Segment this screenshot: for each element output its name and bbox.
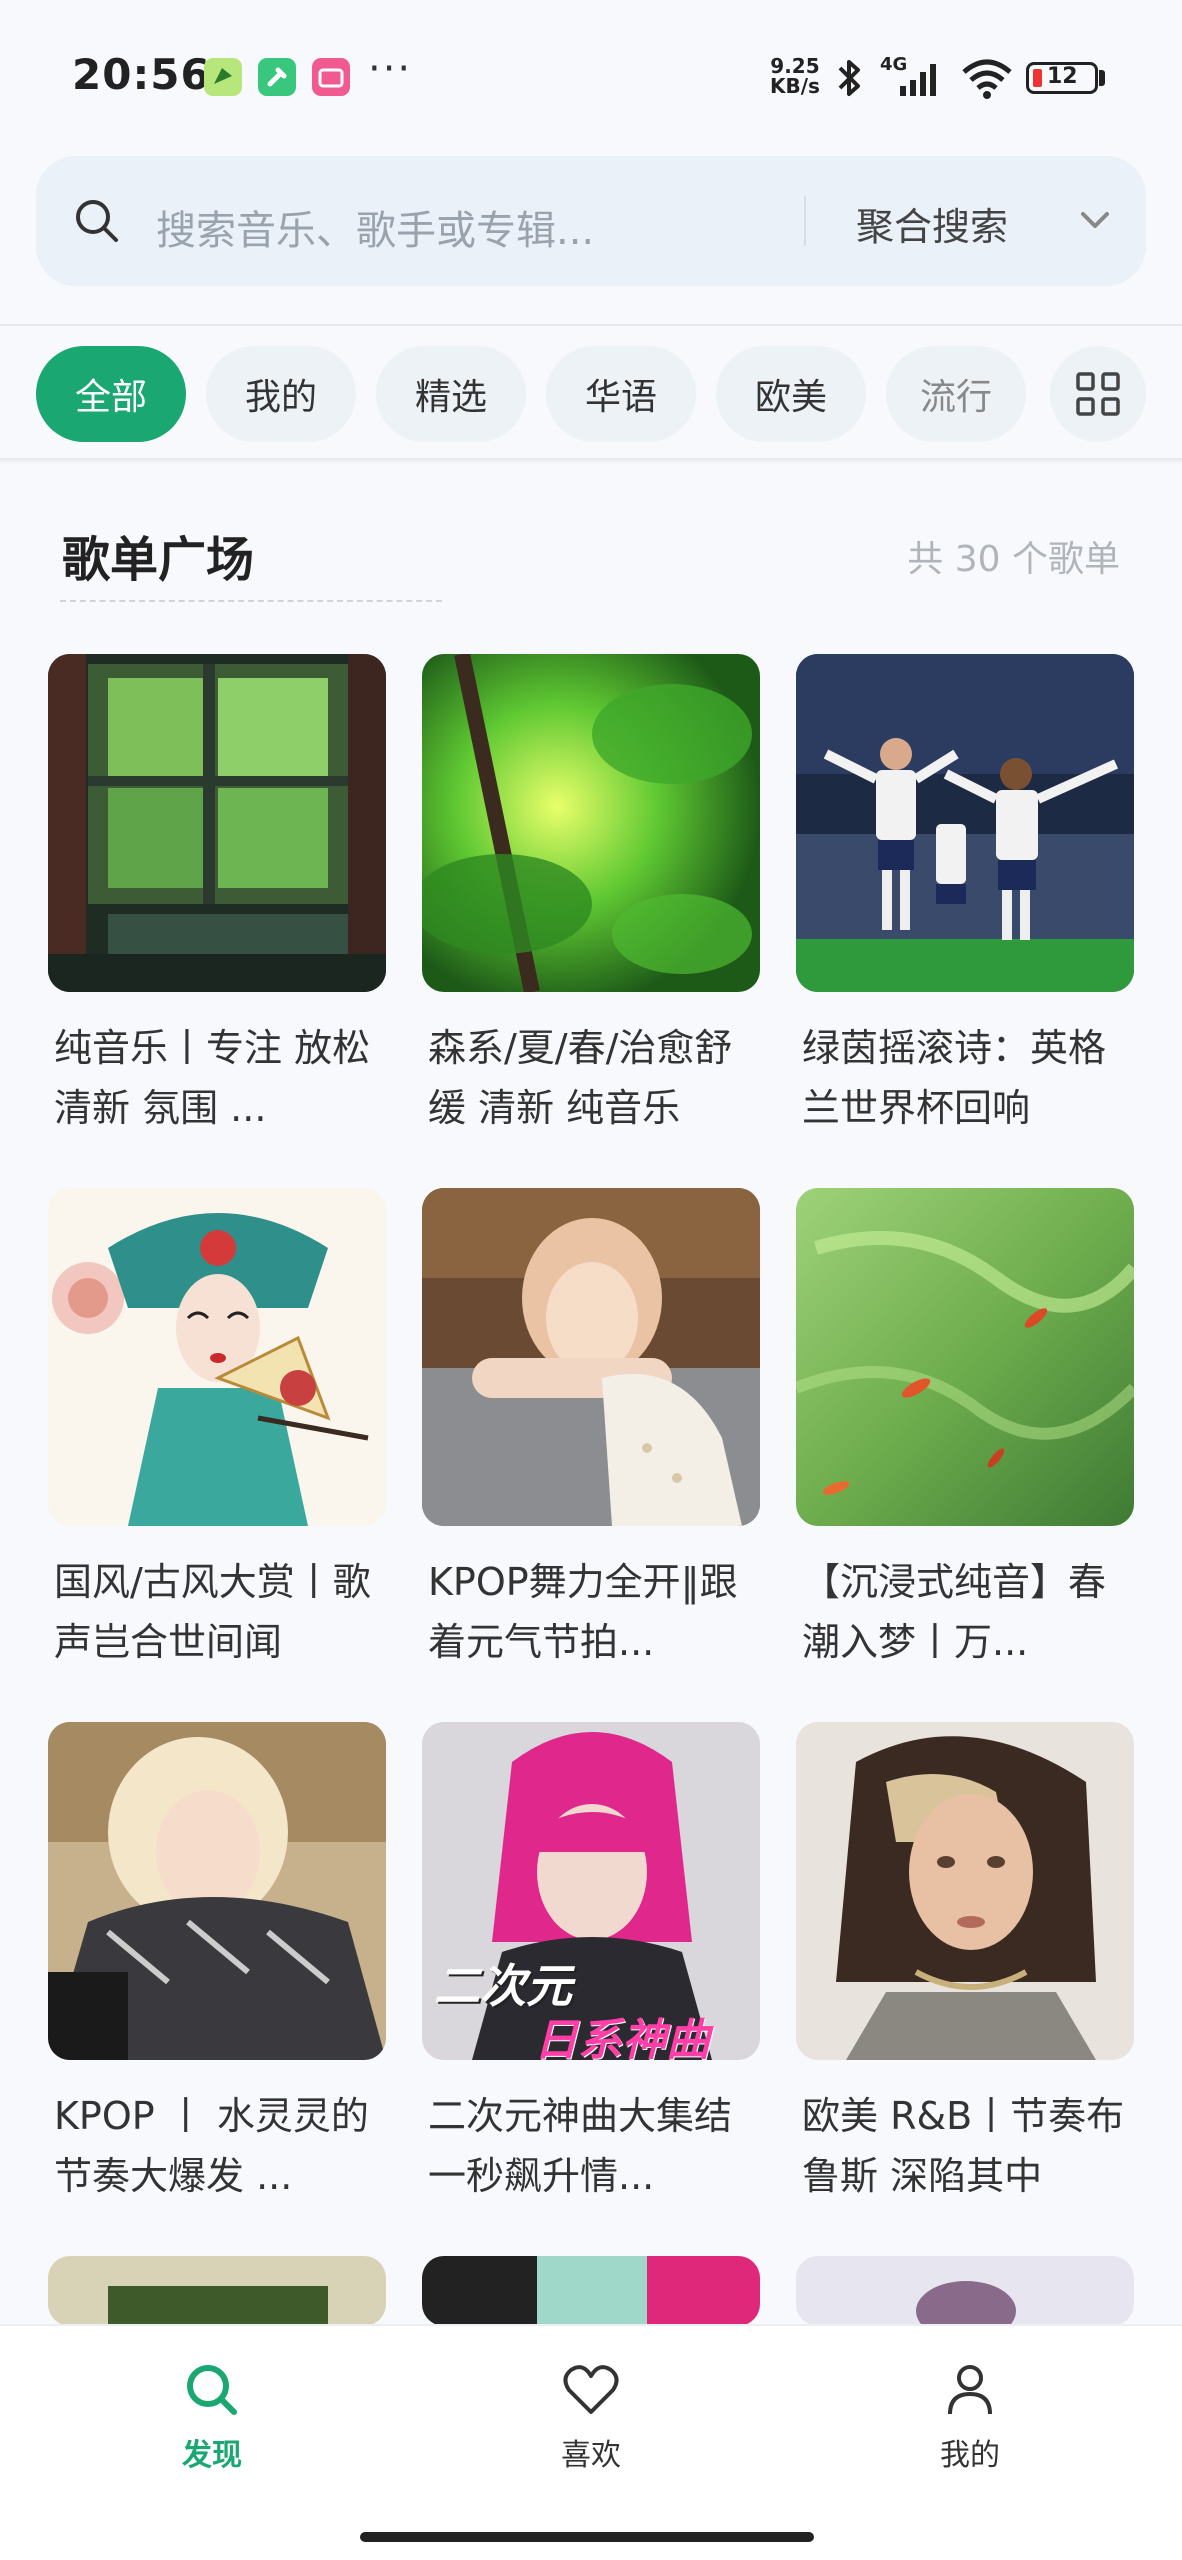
search-mode-select[interactable]: 聚合搜索 — [856, 196, 1008, 251]
playlist-card[interactable]: 国风/古风大赏丨歌声岂合世间闻 — [48, 1188, 386, 1672]
grid-icon — [1076, 372, 1120, 416]
music-app-screen: 20:56 ··· 9.25 KB/s 4G 12 搜索音乐、歌手或专辑... … — [0, 0, 1182, 2560]
bilibili-app-icon — [312, 58, 350, 96]
playlist-card[interactable]: KPOP舞力全开‖跟着元气节拍... — [422, 1188, 760, 1672]
playlist-card[interactable]: 【沉浸式纯音】春潮入梦丨万... — [796, 1188, 1134, 1672]
cover-text-jpop: 日系神曲 — [534, 2015, 710, 2060]
koi-pond-image[interactable] — [796, 1188, 1134, 1526]
section-title: 歌单广场 — [62, 532, 255, 588]
nav-discover[interactable]: 发现 — [112, 2360, 312, 2474]
playlist-card[interactable]: 欧美 R&B丨节奏布鲁斯 深陷其中 — [796, 1722, 1134, 2206]
playlist-title: 绿茵摇滚诗：英格兰世界杯回响 — [802, 1026, 1107, 1130]
playlist-title: 欧美 R&B丨节奏布鲁斯 深陷其中 — [802, 2094, 1125, 2198]
all-categories-button[interactable] — [1050, 346, 1146, 442]
tab-pop[interactable]: 流行 — [886, 346, 1026, 442]
playlist-title: 森系/夏/春/治愈舒缓 清新 纯音乐 — [428, 1026, 733, 1130]
rnb-portrait[interactable] — [796, 1722, 1134, 2060]
nav-favorites[interactable]: 喜欢 — [491, 2360, 691, 2474]
bluetooth-icon — [838, 60, 860, 96]
playlist-title: KPOP舞力全开‖跟着元气节拍... — [428, 1560, 738, 1664]
cellular-signal-icon — [900, 64, 936, 96]
feishu-app-icon — [204, 58, 242, 96]
wifi-icon — [962, 59, 1012, 99]
search-bar[interactable]: 搜索音乐、歌手或专辑... 聚合搜索 — [36, 156, 1146, 286]
search-divider — [804, 196, 806, 246]
playlist-card[interactable] — [796, 2256, 1134, 2326]
playlist-title: 国风/古风大赏丨歌声岂合世间闻 — [54, 1560, 371, 1664]
tab-chinese[interactable]: 华语 — [546, 346, 696, 442]
nav-mine[interactable]: 我的 — [870, 2360, 1070, 2474]
portrait-image[interactable] — [796, 2256, 1134, 2326]
playlist-title: 二次元神曲大集结 一秒飙升情... — [428, 2094, 733, 2198]
home-indicator[interactable] — [360, 2532, 814, 2542]
playlist-card[interactable] — [48, 2256, 386, 2326]
playlist-card[interactable]: 森系/夏/春/治愈舒缓 清新 纯音乐 — [422, 654, 760, 1138]
playlist-card[interactable]: KPOP 丨 水灵灵的节奏大爆发 ... — [48, 1722, 386, 2206]
green-leaves-image[interactable] — [422, 654, 760, 992]
playlist-title: 纯音乐丨专注 放松 清新 氛围 ... — [54, 1026, 371, 1130]
net-speed-unit: KB/s — [770, 74, 820, 98]
network-speed: 9.25 KB/s — [770, 56, 820, 96]
tab-mine[interactable]: 我的 — [206, 346, 356, 442]
blonde-singer-portrait[interactable] — [48, 1722, 386, 2060]
user-icon — [948, 2365, 992, 2415]
tools-app-icon — [258, 58, 296, 96]
playlist-card[interactable]: 绿茵摇滚诗：英格兰世界杯回响 — [796, 654, 1134, 1138]
heart-icon — [563, 2365, 619, 2414]
playlist-title: KPOP 丨 水灵灵的节奏大爆发 ... — [54, 2094, 369, 2198]
kpop-groups-image[interactable] — [422, 2256, 760, 2326]
tab-featured[interactable]: 精选 — [376, 346, 526, 442]
nav-favorites-label: 喜欢 — [561, 2438, 621, 2473]
category-tabs: 全部 我的 精选 华语 欧美 流行 — [0, 326, 1182, 460]
playlist-count: 共 30 个歌单 — [907, 539, 1120, 580]
battery-tip — [1099, 70, 1105, 86]
anime-song-cover[interactable]: 二次元 日系神曲 — [422, 1722, 760, 2060]
nav-mine-label: 我的 — [940, 2438, 1000, 2473]
playlist-title: 【沉浸式纯音】春潮入梦丨万... — [802, 1560, 1107, 1664]
status-time: 20:56 — [72, 50, 211, 99]
search-input[interactable]: 搜索音乐、歌手或专辑... — [156, 198, 594, 256]
tab-all[interactable]: 全部 — [36, 346, 186, 442]
tab-western[interactable]: 欧美 — [716, 346, 866, 442]
playlist-card[interactable] — [422, 2256, 760, 2326]
search-icon — [187, 2365, 237, 2415]
net-speed-value: 9.25 — [770, 54, 820, 78]
section-underline — [60, 600, 442, 602]
window-classroom-image[interactable] — [48, 654, 386, 992]
playlist-card[interactable]: 纯音乐丨专注 放松 清新 氛围 ... — [48, 654, 386, 1138]
status-bar: 20:56 ··· 9.25 KB/s 4G 12 — [0, 0, 1182, 150]
football-players-image[interactable] — [796, 654, 1134, 992]
chevron-down-icon[interactable] — [1078, 206, 1112, 236]
battery-level: 12 — [1047, 64, 1078, 89]
tabs-shadow — [0, 458, 1182, 464]
search-icon — [76, 200, 118, 242]
more-notifications-indicator: ··· — [368, 46, 413, 92]
kpop-singer-portrait[interactable] — [422, 1188, 760, 1526]
bottom-navigation: 发现 喜欢 我的 — [0, 2324, 1182, 2560]
nav-discover-label: 发现 — [182, 2438, 242, 2473]
peking-opera-illustration[interactable] — [48, 1188, 386, 1526]
garden-window-image[interactable] — [48, 2256, 386, 2326]
playlist-card[interactable]: 二次元 日系神曲 二次元神曲大集结 一秒飙升情... — [422, 1722, 760, 2206]
battery-indicator: 12 — [1026, 62, 1098, 94]
